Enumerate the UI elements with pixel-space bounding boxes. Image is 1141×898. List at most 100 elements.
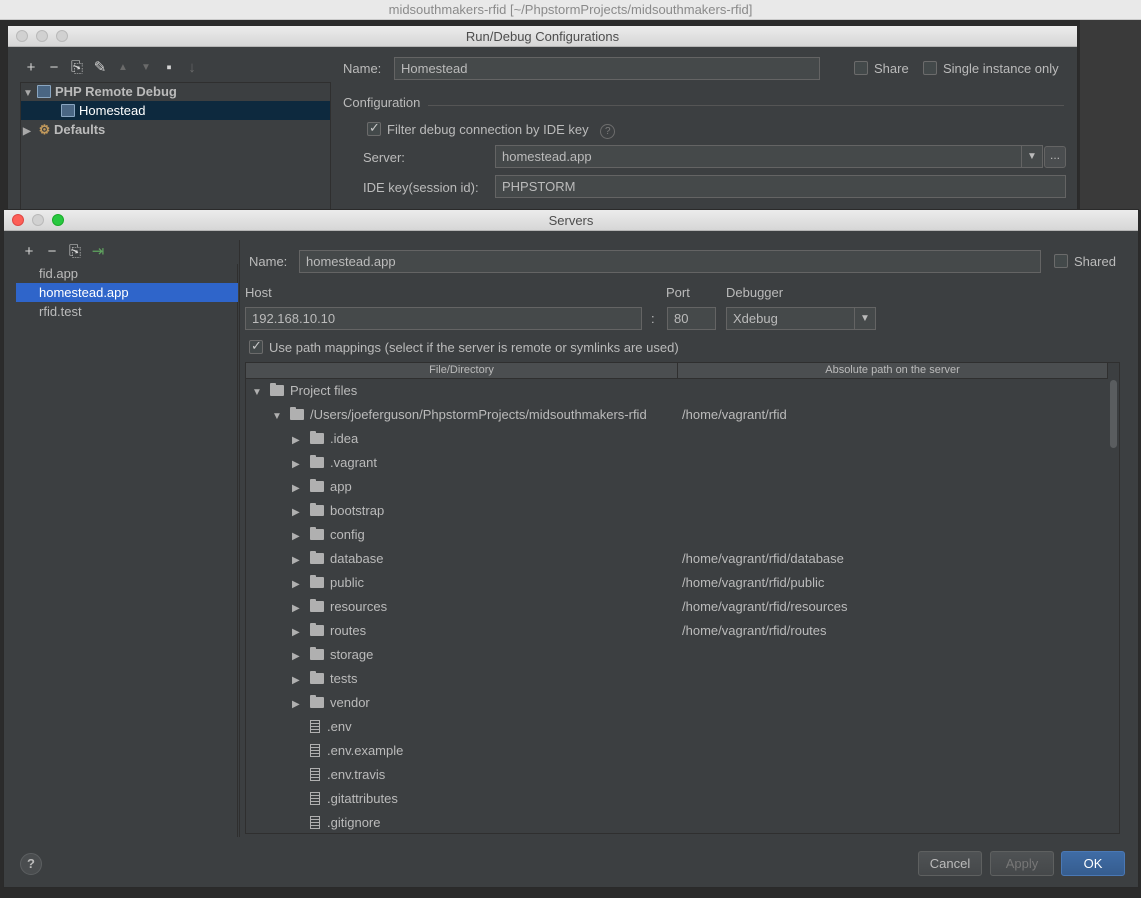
copy-server-icon[interactable]: ⎘ (68, 243, 82, 260)
table-row[interactable]: ▶ resources/home/vagrant/rfid/resources (246, 595, 1108, 619)
add-server-icon[interactable]: + (22, 243, 36, 260)
expand-arrow-icon[interactable]: ▶ (292, 501, 310, 525)
zoom-window-button[interactable] (56, 30, 68, 42)
folder-icon[interactable]: ▪ (162, 59, 176, 76)
expand-arrow-icon[interactable]: ▶ (292, 525, 310, 549)
config-name-input[interactable]: Homestead (394, 57, 820, 80)
table-row[interactable]: ▶ bootstrap (246, 499, 1108, 523)
tree-node-php-remote-debug[interactable]: ▼ PHP Remote Debug (23, 82, 332, 101)
table-row[interactable]: .env.travis (246, 763, 1108, 787)
table-row[interactable]: ▼ Project files (246, 379, 1108, 403)
expand-arrow-icon[interactable]: ▶ (292, 477, 310, 501)
row-label: /Users/joeferguson/PhpstormProjects/mids… (310, 407, 647, 422)
table-row[interactable]: ▶ app (246, 475, 1108, 499)
ide-key-input[interactable]: PHPSTORM (495, 175, 1066, 198)
server-name-input[interactable]: homestead.app (299, 250, 1041, 273)
table-row[interactable]: ▶ tests (246, 667, 1108, 691)
absolute-path-cell[interactable]: /home/vagrant/rfid/resources (682, 595, 847, 619)
table-row[interactable]: ▶ .idea (246, 427, 1108, 451)
absolute-path-cell[interactable]: /home/vagrant/rfid/public (682, 571, 824, 595)
zoom-window-button[interactable] (52, 214, 64, 226)
expand-arrow-icon[interactable]: ▶ (292, 549, 310, 573)
absolute-path-cell[interactable]: /home/vagrant/rfid/routes (682, 619, 827, 643)
server-list-item[interactable]: fid.app (16, 264, 238, 283)
sort-icon[interactable]: ↓ (185, 59, 199, 76)
move-down-icon[interactable]: ▼ (139, 62, 153, 73)
table-row[interactable]: ▶ storage (246, 643, 1108, 667)
expand-arrow-icon[interactable]: ▶ (292, 669, 310, 693)
absolute-path-cell[interactable]: /home/vagrant/rfid/database (682, 547, 844, 571)
tree-node-defaults[interactable]: ▶ ⚙ Defaults (23, 120, 332, 139)
server-list-item[interactable]: rfid.test (16, 302, 238, 321)
configuration-section-label: Configuration (343, 95, 421, 110)
split-divider[interactable] (239, 240, 240, 837)
expand-arrow-icon[interactable]: ▼ (272, 405, 290, 429)
cancel-button[interactable]: Cancel (918, 851, 982, 876)
remove-config-icon[interactable]: − (47, 59, 61, 76)
shared-checkbox[interactable] (1054, 254, 1068, 268)
collapse-arrow-icon[interactable]: ▶ (23, 122, 37, 141)
minimize-window-button[interactable] (36, 30, 48, 42)
expand-arrow-icon[interactable]: ▶ (292, 597, 310, 621)
use-path-mappings-checkbox[interactable] (249, 338, 263, 354)
browse-servers-button[interactable]: ... (1044, 146, 1066, 168)
absolute-path-cell[interactable]: /home/vagrant/rfid (682, 403, 787, 427)
folder-icon (310, 647, 324, 660)
table-row[interactable]: ▼ /Users/joeferguson/PhpstormProjects/mid… (246, 403, 1108, 427)
row-label: app (330, 479, 352, 494)
server-list-item-selected[interactable]: homestead.app (16, 283, 238, 302)
host-input[interactable]: 192.168.10.10 (245, 307, 642, 330)
port-input[interactable]: 80 (667, 307, 716, 330)
copy-config-icon[interactable]: ⎘ (70, 59, 84, 76)
add-config-icon[interactable]: + (24, 59, 38, 76)
row-label: .env.example (327, 743, 404, 758)
help-icon[interactable]: ? (600, 124, 616, 139)
server-select[interactable]: homestead.app (495, 145, 1023, 168)
row-label: .vagrant (330, 455, 377, 470)
debugger-select[interactable]: Xdebug (726, 307, 856, 330)
remove-server-icon[interactable]: − (45, 243, 59, 260)
expand-arrow-icon[interactable]: ▼ (252, 381, 270, 405)
edit-defaults-icon[interactable]: ✎ (93, 58, 107, 76)
folder-icon (310, 623, 324, 636)
minimize-window-button[interactable] (32, 214, 44, 226)
background-editor-area (1080, 20, 1141, 210)
table-row[interactable]: ▶ vendor (246, 691, 1108, 715)
table-row[interactable]: ▶ database/home/vagrant/rfid/database (246, 547, 1108, 571)
scrollbar-thumb[interactable] (1110, 380, 1117, 448)
share-checkbox[interactable] (854, 61, 868, 75)
filter-ide-key-checkbox[interactable] (367, 120, 381, 136)
column-header-file[interactable]: File/Directory (246, 363, 678, 379)
table-row[interactable]: .gitattributes (246, 787, 1108, 811)
file-icon (310, 792, 320, 805)
table-row[interactable]: ▶ routes/home/vagrant/rfid/routes (246, 619, 1108, 643)
expand-arrow-icon[interactable]: ▶ (292, 573, 310, 597)
move-up-icon[interactable]: ▲ (116, 62, 130, 73)
single-instance-checkbox[interactable] (923, 61, 937, 75)
help-button[interactable]: ? (20, 853, 42, 875)
server-dropdown-arrow-icon[interactable]: ▼ (1021, 145, 1043, 168)
expand-arrow-icon[interactable]: ▶ (292, 621, 310, 645)
debugger-label: Debugger (726, 285, 784, 300)
import-server-icon[interactable]: ⇥ (91, 242, 105, 260)
close-window-button[interactable] (12, 214, 24, 226)
table-row[interactable]: ▶ public/home/vagrant/rfid/public (246, 571, 1108, 595)
row-label: .gitignore (327, 815, 381, 830)
table-row[interactable]: ▶ .vagrant (246, 451, 1108, 475)
defaults-wrench-icon: ⚙ (38, 122, 51, 137)
table-row[interactable]: .env.example (246, 739, 1108, 763)
tree-node-homestead[interactable]: Homestead (21, 101, 330, 120)
apply-button[interactable]: Apply (990, 851, 1054, 876)
expand-arrow-icon[interactable]: ▶ (292, 693, 310, 717)
expand-arrow-icon[interactable]: ▶ (292, 645, 310, 669)
expand-arrow-icon[interactable]: ▶ (292, 453, 310, 477)
column-header-abs-path[interactable]: Absolute path on the server (678, 363, 1108, 379)
debugger-dropdown-arrow-icon[interactable]: ▼ (854, 307, 876, 330)
expand-arrow-icon[interactable]: ▶ (292, 429, 310, 453)
close-window-button[interactable] (16, 30, 28, 42)
ok-button[interactable]: OK (1061, 851, 1125, 876)
table-row[interactable]: ▶ config (246, 523, 1108, 547)
php-debug-icon (61, 104, 75, 117)
table-row[interactable]: .env (246, 715, 1108, 739)
table-row[interactable]: .gitignore (246, 811, 1108, 833)
